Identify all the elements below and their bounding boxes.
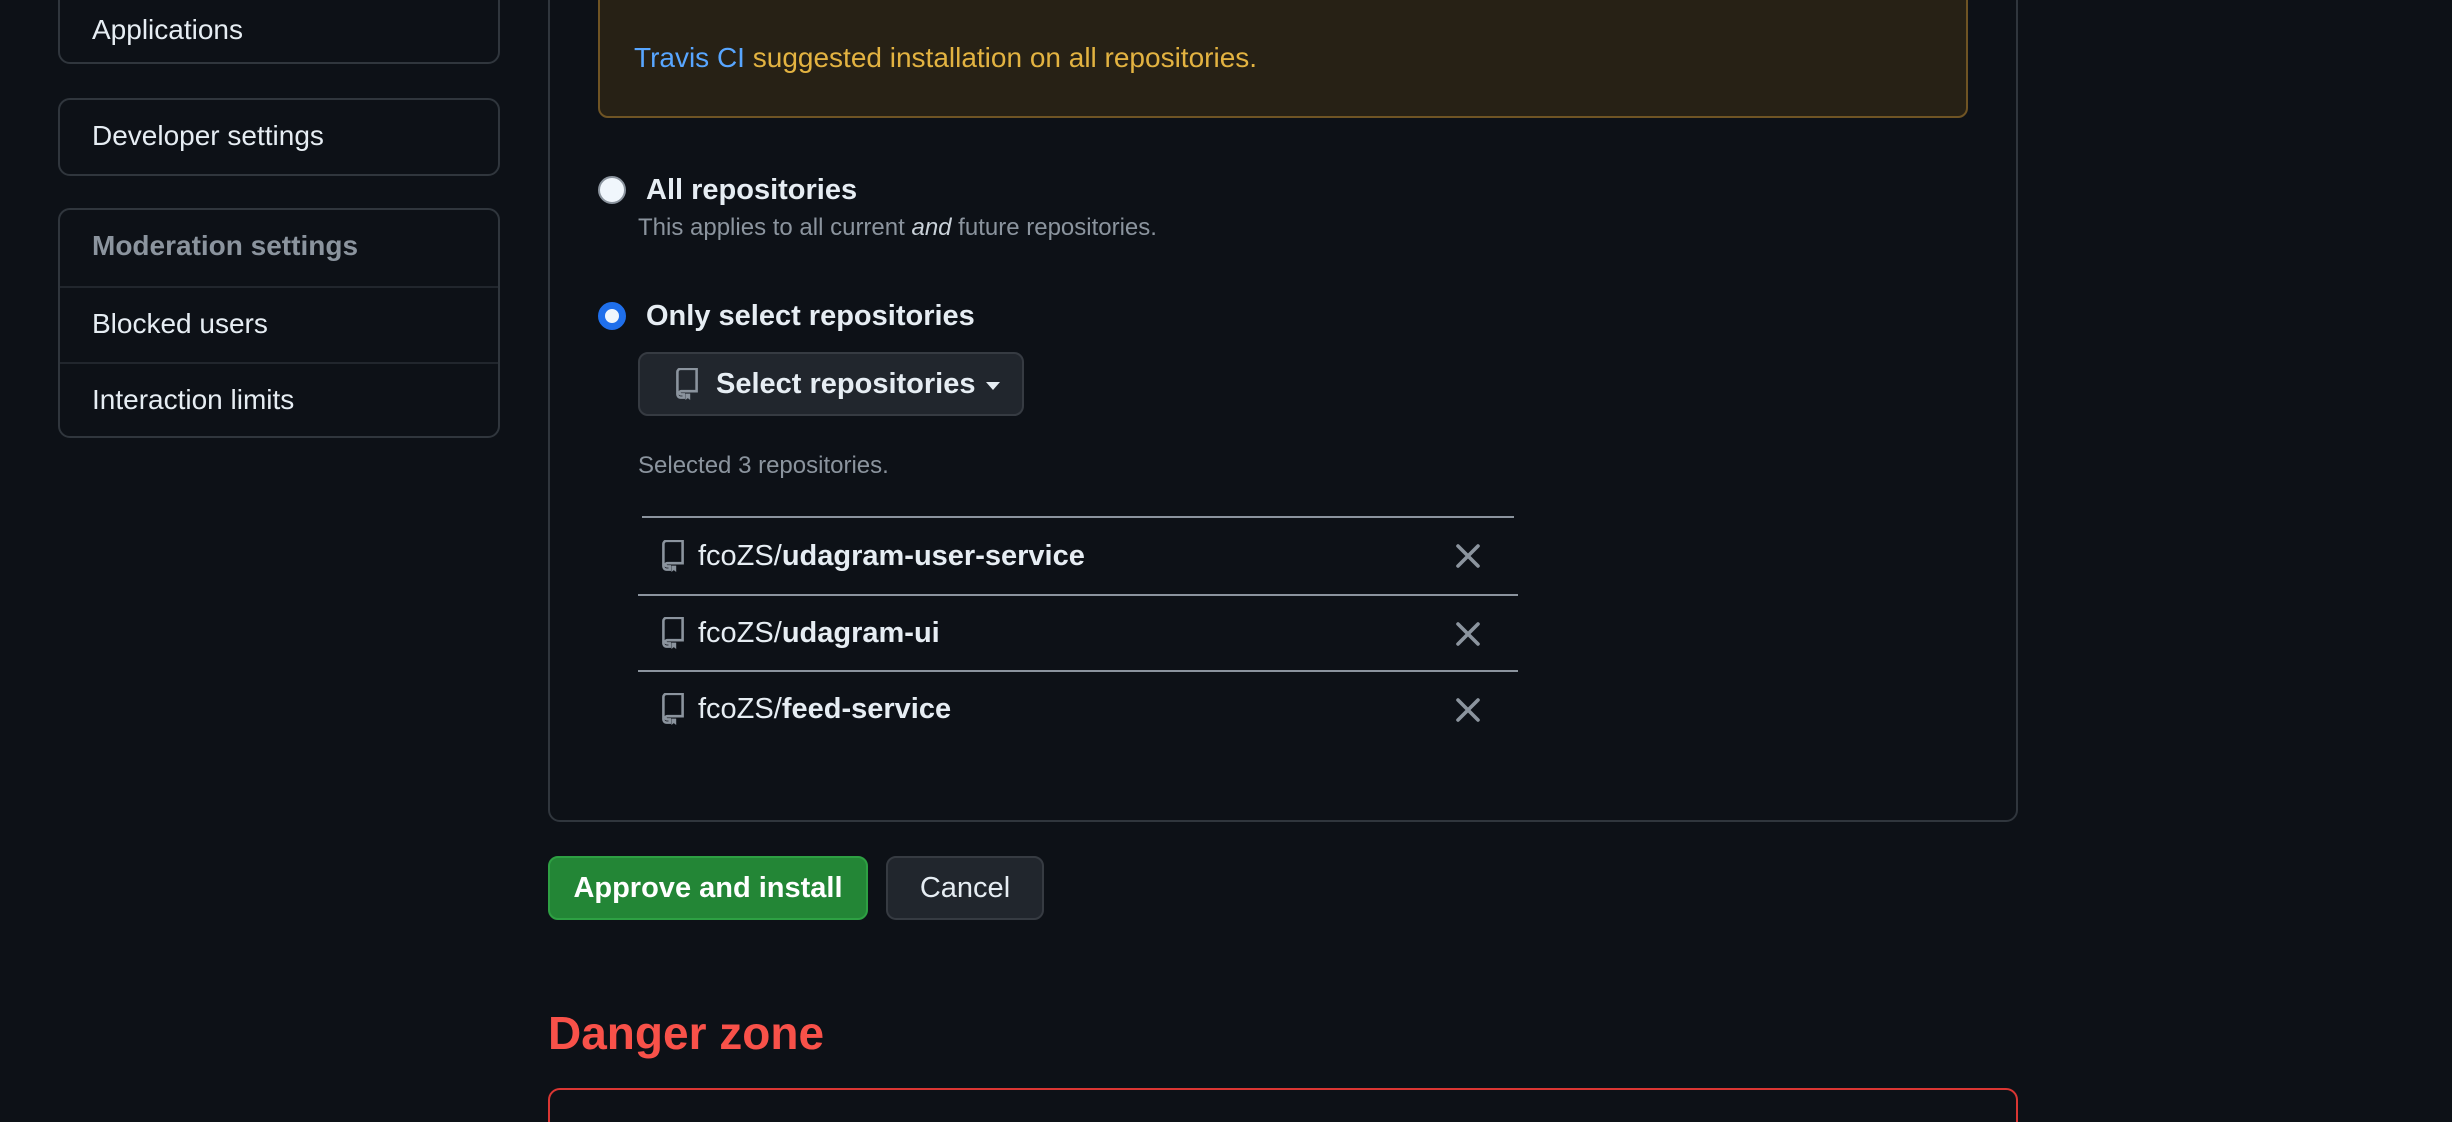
caret-down-icon	[985, 382, 1000, 390]
sidebar-item-blocked-users[interactable]: Blocked users	[60, 286, 498, 362]
note-before: This applies to all current	[638, 214, 912, 241]
danger-zone-box	[548, 1088, 2018, 1122]
approve-and-install-button[interactable]: Approve and install	[548, 856, 868, 920]
repo-icon	[662, 617, 684, 649]
cancel-button[interactable]: Cancel	[886, 856, 1044, 920]
sidebar-item-developer-settings[interactable]: Developer settings	[60, 100, 498, 176]
all-repositories-note: This applies to all current and future r…	[638, 214, 1157, 242]
note-after: future repositories.	[951, 214, 1157, 241]
repo-icon	[662, 693, 684, 725]
repo-icon	[662, 540, 684, 572]
sidebar-group-developer: Developer settings	[58, 98, 500, 176]
sidebar-group-moderation: Moderation settings Blocked users Intera…	[58, 208, 500, 438]
select-repositories-label-text: Select repositories	[716, 367, 976, 400]
repo-owner: fcoZS/	[698, 539, 782, 572]
sidebar-heading-moderation: Moderation settings	[92, 230, 359, 261]
selected-count: Selected 3 repositories.	[638, 452, 889, 479]
installation-settings-page: Applications Developer settings Moderati…	[0, 0, 2452, 1122]
close-icon[interactable]	[1452, 618, 1484, 650]
note-emphasis: and	[911, 214, 952, 241]
sidebar-group-applications: Applications	[58, 0, 500, 64]
all-repositories-label[interactable]: All repositories	[646, 174, 857, 207]
select-repositories-button[interactable]: Select repositories	[638, 352, 1024, 416]
all-repositories-radio[interactable]	[598, 176, 626, 204]
repo-owner: fcoZS/	[698, 616, 782, 649]
list-item: fcoZS/udagram-user-service	[638, 518, 1518, 594]
repo-name: udagram-user-service	[781, 539, 1085, 572]
list-item: fcoZS/udagram-ui	[638, 594, 1518, 670]
notice-text: Travis CI suggested installation on all …	[634, 42, 1257, 74]
sidebar-item-interaction-limits[interactable]: Interaction limits	[60, 362, 498, 438]
close-icon[interactable]	[1452, 694, 1484, 726]
danger-zone-title: Danger zone	[548, 1007, 825, 1059]
notice-message: suggested installation on all repositori…	[744, 42, 1258, 73]
repo-icon	[676, 368, 698, 400]
select-repositories-radio[interactable]	[598, 302, 626, 330]
select-repositories-label[interactable]: Only select repositories	[646, 300, 975, 333]
repo-name: feed-service	[781, 692, 952, 725]
sidebar-item-applications[interactable]: Applications	[60, 0, 498, 62]
selected-repository-list: fcoZS/udagram-user-service fcoZS/udagram…	[638, 516, 1518, 746]
list-item: fcoZS/feed-service	[638, 670, 1518, 746]
close-icon[interactable]	[1452, 540, 1484, 572]
suggestion-notice: Travis CI suggested installation on all …	[598, 0, 1968, 118]
repo-owner: fcoZS/	[698, 692, 782, 725]
app-link[interactable]: Travis CI	[634, 42, 745, 73]
repo-name: udagram-ui	[781, 616, 940, 649]
